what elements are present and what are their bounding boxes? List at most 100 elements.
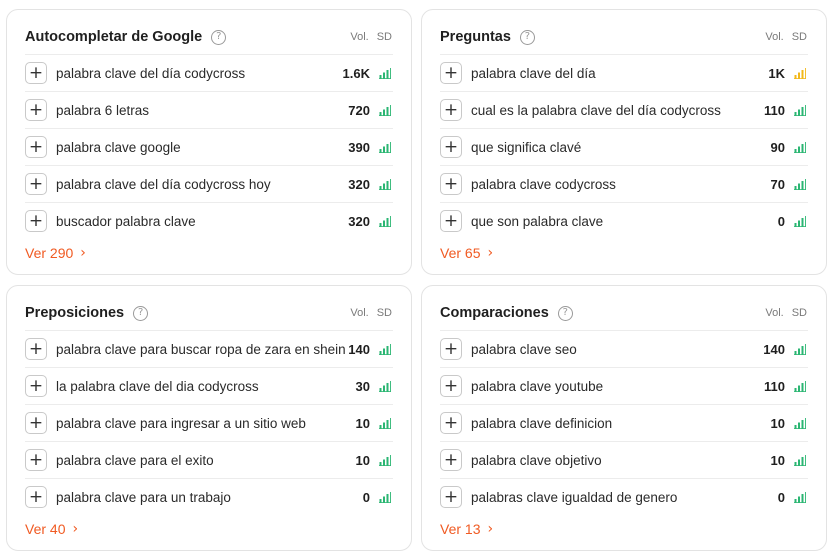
add-keyword-button[interactable]: + — [440, 210, 462, 232]
keyword-text: que significa clavé — [471, 139, 582, 155]
view-more-link[interactable]: Ver 13 › — [440, 515, 808, 543]
sd-bars-icon — [794, 141, 808, 153]
sd-bars-icon — [794, 380, 808, 392]
add-keyword-button[interactable]: + — [440, 375, 462, 397]
keyword-text: palabra clave para el exito — [56, 452, 214, 468]
add-keyword-button[interactable]: + — [440, 486, 462, 508]
keyword-text: cual es la palabra clave del día codycro… — [471, 102, 721, 118]
column-header-volume: Vol. — [765, 31, 784, 43]
keyword-row: + palabra clave definicion 10 — [440, 404, 808, 441]
keyword-text: palabra clave youtube — [471, 378, 604, 394]
column-header-sd: SD — [376, 307, 392, 319]
card-title: Comparaciones — [440, 305, 549, 321]
keyword-row: + palabra clave seo 140 — [440, 330, 808, 367]
keyword-text: palabra clave codycross — [471, 176, 616, 192]
keyword-volume: 1K — [768, 65, 785, 81]
keyword-text: palabra clave seo — [471, 341, 577, 357]
add-keyword-button[interactable]: + — [25, 62, 47, 84]
column-headers: Vol. SD — [350, 307, 393, 319]
keyword-volume: 390 — [348, 139, 370, 155]
sd-bars-icon — [794, 215, 808, 227]
sd-bars-icon — [794, 67, 808, 79]
keyword-text: palabra clave para buscar ropa de zara e… — [56, 341, 346, 357]
plus-icon: + — [443, 449, 459, 470]
card-header: Comparaciones? Vol. SD — [440, 302, 808, 324]
add-keyword-button[interactable]: + — [440, 62, 462, 84]
keyword-row: + palabra clave para un trabajo 0 — [25, 478, 393, 515]
keyword-row: + palabra clave codycross 70 — [440, 165, 808, 202]
add-keyword-button[interactable]: + — [440, 412, 462, 434]
view-more-label: Ver 13 — [440, 521, 481, 537]
plus-icon: + — [28, 375, 44, 396]
add-keyword-button[interactable]: + — [25, 449, 47, 471]
add-keyword-button[interactable]: + — [440, 338, 462, 360]
add-keyword-button[interactable]: + — [440, 173, 462, 195]
view-more-link[interactable]: Ver 290 › — [25, 239, 393, 267]
add-keyword-button[interactable]: + — [25, 173, 47, 195]
keyword-row: + palabra clave youtube 110 — [440, 367, 808, 404]
card-questions: Preguntas? Vol. SD + palabra clave del día 1K… — [421, 9, 827, 275]
sd-bars-icon — [379, 215, 393, 227]
keyword-volume: 10 — [355, 452, 370, 468]
keyword-volume: 320 — [348, 213, 370, 229]
plus-icon: + — [28, 449, 44, 470]
keyword-text: palabra clave google — [56, 139, 181, 155]
plus-icon: + — [443, 173, 459, 194]
add-keyword-button[interactable]: + — [25, 375, 47, 397]
column-header-sd: SD — [376, 31, 392, 43]
view-more-label: Ver 65 — [440, 245, 481, 261]
plus-icon: + — [443, 136, 459, 157]
keyword-row: + buscador palabra clave 320 — [25, 202, 393, 239]
plus-icon: + — [28, 136, 44, 157]
keyword-text: palabra clave para ingresar a un sitio w… — [56, 415, 306, 431]
plus-icon: + — [28, 338, 44, 359]
plus-icon: + — [28, 412, 44, 433]
keyword-row: + palabra clave del día codycross hoy 320 — [25, 165, 393, 202]
add-keyword-button[interactable]: + — [25, 486, 47, 508]
keyword-volume: 30 — [355, 378, 370, 394]
sd-bars-icon — [379, 417, 393, 429]
add-keyword-button[interactable]: + — [440, 136, 462, 158]
add-keyword-button[interactable]: + — [440, 449, 462, 471]
keyword-text: que son palabra clave — [471, 213, 604, 229]
add-keyword-button[interactable]: + — [25, 99, 47, 121]
keyword-volume: 70 — [770, 176, 785, 192]
help-icon[interactable]: ? — [519, 29, 535, 45]
add-keyword-button[interactable]: + — [25, 412, 47, 434]
add-keyword-button[interactable]: + — [25, 210, 47, 232]
plus-icon: + — [28, 99, 44, 120]
sd-bars-icon — [379, 104, 393, 116]
keyword-text: palabra clave definicion — [471, 415, 613, 431]
add-keyword-button[interactable]: + — [440, 99, 462, 121]
card-autocomplete: Autocompletar de Google? Vol. SD + palabra c… — [6, 9, 412, 275]
chevron-right-icon: › — [80, 245, 86, 261]
sd-bars-icon — [794, 178, 808, 190]
keyword-volume: 140 — [763, 341, 785, 357]
keyword-volume: 720 — [348, 102, 370, 118]
keyword-row: + palabra clave objetivo 10 — [440, 441, 808, 478]
add-keyword-button[interactable]: + — [25, 338, 47, 360]
sd-bars-icon — [794, 491, 808, 503]
view-more-link[interactable]: Ver 65 › — [440, 239, 808, 267]
keyword-volume: 110 — [764, 378, 785, 394]
keyword-row: + palabra clave para buscar ropa de zara … — [25, 330, 393, 367]
add-keyword-button[interactable]: + — [25, 136, 47, 158]
keyword-text: palabra clave del día codycross hoy — [56, 176, 271, 192]
chevron-right-icon: › — [72, 521, 79, 537]
view-more-link[interactable]: Ver 40 › — [25, 515, 393, 543]
plus-icon: + — [443, 486, 459, 507]
keyword-text: palabra clave del día codycross — [56, 65, 246, 81]
keyword-row: + que son palabra clave 0 — [440, 202, 808, 239]
card-comparisons: Comparaciones? Vol. SD + palabra clave seo 14… — [421, 285, 827, 551]
keyword-text: buscador palabra clave — [56, 213, 196, 229]
help-icon[interactable]: ? — [557, 305, 573, 321]
card-prepositions: Preposiciones? Vol. SD + palabra clave para … — [6, 285, 412, 551]
help-icon[interactable]: ? — [133, 305, 149, 321]
chevron-right-icon: › — [487, 245, 494, 261]
plus-icon: + — [443, 210, 459, 231]
card-title: Autocompletar de Google — [25, 29, 203, 45]
keyword-volume: 1.6K — [342, 65, 370, 81]
sd-bars-icon — [379, 454, 393, 466]
help-icon[interactable]: ? — [211, 29, 227, 45]
keyword-text: palabra 6 letras — [56, 102, 150, 118]
